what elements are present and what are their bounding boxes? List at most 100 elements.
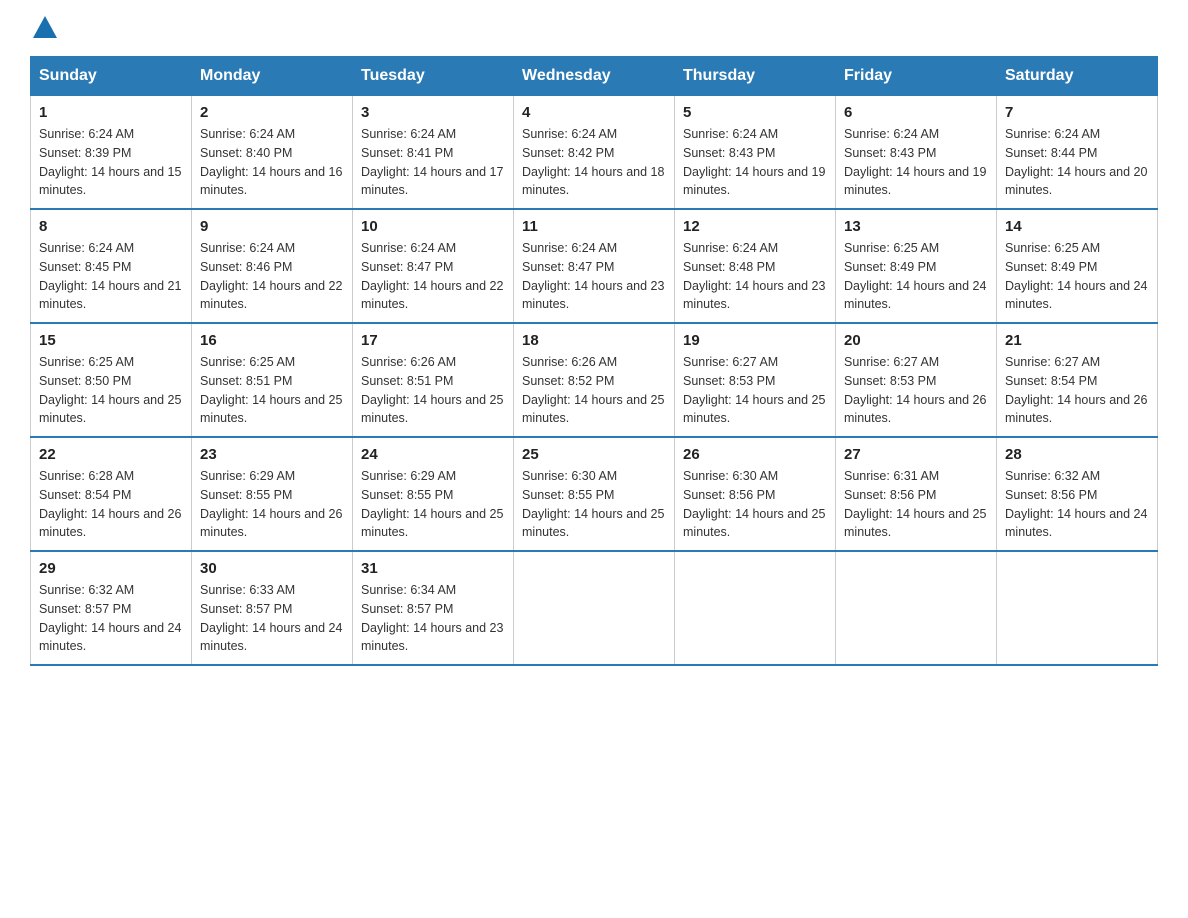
calendar-cell: 9Sunrise: 6:24 AMSunset: 8:46 PMDaylight…	[192, 209, 353, 323]
calendar-cell	[836, 551, 997, 665]
day-number: 14	[1005, 218, 1149, 235]
day-info: Sunrise: 6:31 AMSunset: 8:56 PMDaylight:…	[844, 467, 988, 542]
day-info: Sunrise: 6:24 AMSunset: 8:45 PMDaylight:…	[39, 239, 183, 314]
calendar-cell: 6 Sunrise: 6:24 AMSunset: 8:43 PMDaylight…	[836, 96, 997, 210]
day-info: Sunrise: 6:30 AMSunset: 8:55 PMDaylight:…	[522, 467, 666, 542]
day-number: 17	[361, 332, 505, 349]
calendar-cell	[997, 551, 1158, 665]
day-info: Sunrise: 6:26 AMSunset: 8:52 PMDaylight:…	[522, 353, 666, 428]
calendar-cell: 8 Sunrise: 6:24 AMSunset: 8:45 PMDaylight…	[31, 209, 192, 323]
day-number: 31	[361, 560, 505, 577]
calendar-cell: 5 Sunrise: 6:24 AMSunset: 8:43 PMDaylight…	[675, 96, 836, 210]
day-info: Sunrise: 6:24 AMSunset: 8:44 PMDaylight:…	[1005, 125, 1149, 200]
day-info: Sunrise: 6:27 AMSunset: 8:53 PMDaylight:…	[844, 353, 988, 428]
day-info: Sunrise: 6:24 AMSunset: 8:43 PMDaylight:…	[844, 125, 988, 200]
weekday-header-row: SundayMondayTuesdayWednesdayThursdayFrid…	[31, 57, 1158, 96]
day-number: 12	[683, 218, 827, 235]
calendar-cell: 24Sunrise: 6:29 AMSunset: 8:55 PMDayligh…	[353, 437, 514, 551]
calendar-cell: 25 Sunrise: 6:30 AMSunset: 8:55 PMDayligh…	[514, 437, 675, 551]
day-number: 6	[844, 104, 988, 121]
weekday-header-tuesday: Tuesday	[353, 57, 514, 96]
calendar-cell: 31 Sunrise: 6:34 AMSunset: 8:57 PMDayligh…	[353, 551, 514, 665]
calendar-cell: 3 Sunrise: 6:24 AMSunset: 8:41 PMDaylight…	[353, 96, 514, 210]
day-info: Sunrise: 6:25 AMSunset: 8:49 PMDaylight:…	[1005, 239, 1149, 314]
calendar-cell: 28Sunrise: 6:32 AMSunset: 8:56 PMDayligh…	[997, 437, 1158, 551]
day-info: Sunrise: 6:25 AMSunset: 8:51 PMDaylight:…	[200, 353, 344, 428]
calendar-week-row: 29 Sunrise: 6:32 AMSunset: 8:57 PMDayligh…	[31, 551, 1158, 665]
day-info: Sunrise: 6:27 AMSunset: 8:54 PMDaylight:…	[1005, 353, 1149, 428]
day-number: 30	[200, 560, 344, 577]
calendar-week-row: 15 Sunrise: 6:25 AMSunset: 8:50 PMDayligh…	[31, 323, 1158, 437]
calendar-week-row: 8 Sunrise: 6:24 AMSunset: 8:45 PMDaylight…	[31, 209, 1158, 323]
calendar-cell: 16 Sunrise: 6:25 AMSunset: 8:51 PMDayligh…	[192, 323, 353, 437]
day-info: Sunrise: 6:24 AMSunset: 8:46 PMDaylight:…	[200, 239, 344, 314]
day-number: 20	[844, 332, 988, 349]
day-number: 10	[361, 218, 505, 235]
day-info: Sunrise: 6:28 AMSunset: 8:54 PMDaylight:…	[39, 467, 183, 542]
day-info: Sunrise: 6:24 AMSunset: 8:47 PMDaylight:…	[522, 239, 666, 314]
day-number: 29	[39, 560, 183, 577]
calendar-cell	[675, 551, 836, 665]
day-number: 3	[361, 104, 505, 121]
day-info: Sunrise: 6:24 AMSunset: 8:40 PMDaylight:…	[200, 125, 344, 200]
calendar-cell: 26 Sunrise: 6:30 AMSunset: 8:56 PMDayligh…	[675, 437, 836, 551]
day-info: Sunrise: 6:24 AMSunset: 8:42 PMDaylight:…	[522, 125, 666, 200]
calendar-week-row: 1Sunrise: 6:24 AMSunset: 8:39 PMDaylight…	[31, 96, 1158, 210]
calendar-cell: 10 Sunrise: 6:24 AMSunset: 8:47 PMDayligh…	[353, 209, 514, 323]
day-info: Sunrise: 6:29 AMSunset: 8:55 PMDaylight:…	[200, 467, 344, 542]
calendar-cell: 1Sunrise: 6:24 AMSunset: 8:39 PMDaylight…	[31, 96, 192, 210]
day-number: 24	[361, 446, 505, 463]
weekday-header-sunday: Sunday	[31, 57, 192, 96]
calendar-cell: 7 Sunrise: 6:24 AMSunset: 8:44 PMDaylight…	[997, 96, 1158, 210]
day-number: 16	[200, 332, 344, 349]
calendar-cell: 11 Sunrise: 6:24 AMSunset: 8:47 PMDayligh…	[514, 209, 675, 323]
day-info: Sunrise: 6:25 AMSunset: 8:49 PMDaylight:…	[844, 239, 988, 314]
day-number: 28	[1005, 446, 1149, 463]
day-number: 25	[522, 446, 666, 463]
day-info: Sunrise: 6:24 AMSunset: 8:43 PMDaylight:…	[683, 125, 827, 200]
calendar-cell	[514, 551, 675, 665]
day-number: 5	[683, 104, 827, 121]
day-number: 7	[1005, 104, 1149, 121]
calendar-cell: 2Sunrise: 6:24 AMSunset: 8:40 PMDaylight…	[192, 96, 353, 210]
day-number: 27	[844, 446, 988, 463]
header	[30, 20, 1158, 38]
day-number: 21	[1005, 332, 1149, 349]
weekday-header-wednesday: Wednesday	[514, 57, 675, 96]
day-number: 8	[39, 218, 183, 235]
calendar-cell: 21 Sunrise: 6:27 AMSunset: 8:54 PMDayligh…	[997, 323, 1158, 437]
day-info: Sunrise: 6:33 AMSunset: 8:57 PMDaylight:…	[200, 581, 344, 656]
day-number: 11	[522, 218, 666, 235]
day-info: Sunrise: 6:24 AMSunset: 8:47 PMDaylight:…	[361, 239, 505, 314]
day-number: 22	[39, 446, 183, 463]
day-number: 18	[522, 332, 666, 349]
logo-triangle-icon	[33, 16, 57, 38]
weekday-header-monday: Monday	[192, 57, 353, 96]
weekday-header-saturday: Saturday	[997, 57, 1158, 96]
day-info: Sunrise: 6:24 AMSunset: 8:39 PMDaylight:…	[39, 125, 183, 200]
day-info: Sunrise: 6:34 AMSunset: 8:57 PMDaylight:…	[361, 581, 505, 656]
day-number: 19	[683, 332, 827, 349]
day-info: Sunrise: 6:24 AMSunset: 8:41 PMDaylight:…	[361, 125, 505, 200]
day-info: Sunrise: 6:27 AMSunset: 8:53 PMDaylight:…	[683, 353, 827, 428]
calendar-cell: 13 Sunrise: 6:25 AMSunset: 8:49 PMDayligh…	[836, 209, 997, 323]
calendar-cell: 17 Sunrise: 6:26 AMSunset: 8:51 PMDayligh…	[353, 323, 514, 437]
day-info: Sunrise: 6:26 AMSunset: 8:51 PMDaylight:…	[361, 353, 505, 428]
day-info: Sunrise: 6:32 AMSunset: 8:57 PMDaylight:…	[39, 581, 183, 656]
calendar-table: SundayMondayTuesdayWednesdayThursdayFrid…	[30, 56, 1158, 666]
calendar-cell: 23 Sunrise: 6:29 AMSunset: 8:55 PMDayligh…	[192, 437, 353, 551]
day-number: 15	[39, 332, 183, 349]
weekday-header-thursday: Thursday	[675, 57, 836, 96]
day-number: 4	[522, 104, 666, 121]
logo	[30, 20, 60, 38]
day-number: 13	[844, 218, 988, 235]
day-info: Sunrise: 6:25 AMSunset: 8:50 PMDaylight:…	[39, 353, 183, 428]
day-info: Sunrise: 6:24 AMSunset: 8:48 PMDaylight:…	[683, 239, 827, 314]
calendar-cell: 4 Sunrise: 6:24 AMSunset: 8:42 PMDaylight…	[514, 96, 675, 210]
calendar-cell: 20 Sunrise: 6:27 AMSunset: 8:53 PMDayligh…	[836, 323, 997, 437]
calendar-cell: 14 Sunrise: 6:25 AMSunset: 8:49 PMDayligh…	[997, 209, 1158, 323]
day-number: 26	[683, 446, 827, 463]
day-number: 23	[200, 446, 344, 463]
day-info: Sunrise: 6:30 AMSunset: 8:56 PMDaylight:…	[683, 467, 827, 542]
calendar-week-row: 22 Sunrise: 6:28 AMSunset: 8:54 PMDayligh…	[31, 437, 1158, 551]
